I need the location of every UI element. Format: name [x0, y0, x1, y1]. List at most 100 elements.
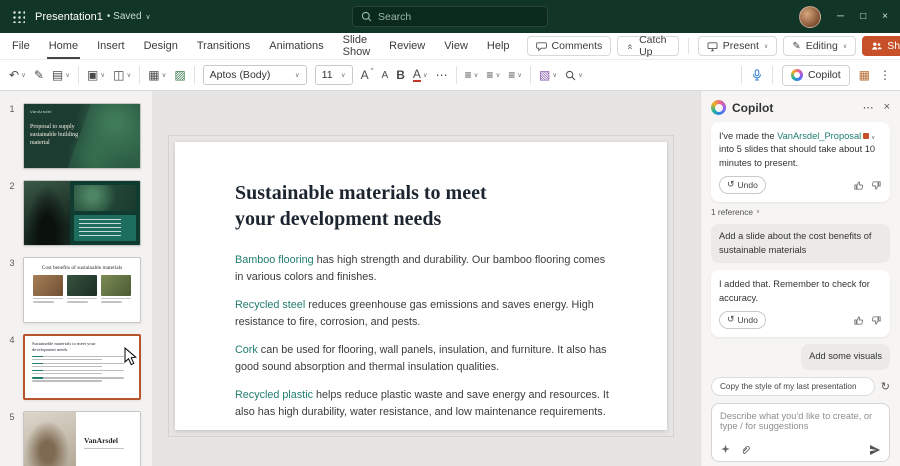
menu-view[interactable]: View — [442, 34, 470, 59]
shapes-button[interactable]: ▧ ∨ — [539, 69, 557, 81]
font-name-select[interactable]: Aptos (Body) ∨ — [203, 65, 307, 85]
slide-number: 3 — [7, 257, 17, 268]
close-button[interactable]: × — [882, 11, 888, 22]
new-slide-button[interactable]: ▣ ∨ — [87, 69, 105, 81]
designer-icon: ▦ — [859, 69, 870, 81]
menu-help[interactable]: Help — [485, 34, 512, 59]
bullets-button[interactable]: ≡ ∨ — [465, 69, 479, 81]
user-avatar[interactable] — [799, 6, 821, 28]
picture-button[interactable]: ▨ — [174, 69, 185, 81]
catch-up-button[interactable]: Catch Up — [617, 36, 679, 56]
menu-design[interactable]: Design — [142, 34, 180, 59]
slide-title-textbox[interactable]: Sustainable materials to meet your devel… — [235, 180, 667, 232]
slide-3-thumbnail[interactable]: Cost benefits of sustainable materials — [23, 257, 141, 323]
copilot-input-box[interactable] — [711, 403, 890, 462]
copilot-button[interactable]: Copilot — [782, 65, 850, 86]
thumbs-down-icon[interactable] — [871, 180, 882, 191]
numbering-button[interactable]: ≡ ∨ — [486, 69, 500, 81]
slide-3-image — [67, 275, 97, 296]
pencil-icon: ✎ — [792, 41, 800, 52]
slide-5-thumbnail[interactable]: VanArsdel — [23, 411, 141, 466]
thumbs-up-icon[interactable] — [853, 315, 864, 326]
font-color-button[interactable]: A ∨ — [413, 68, 428, 82]
slide-body-textbox[interactable]: Bamboo flooring has high strength and du… — [235, 252, 613, 422]
message-text: I've made the — [719, 131, 777, 141]
layout-button[interactable]: ◫ ∨ — [113, 69, 131, 81]
mouse-cursor — [124, 347, 138, 367]
suggestion-chip[interactable]: Copy the style of my last presentation — [711, 377, 875, 396]
attach-icon[interactable] — [740, 444, 751, 455]
copilot-message-card: I've made the VanArsdel_Proposal∨ into 5… — [711, 122, 890, 202]
dictate-button[interactable] — [751, 69, 763, 81]
reference-toggle[interactable]: 1 reference ∨ — [711, 207, 890, 217]
menu-file[interactable]: File — [10, 34, 32, 59]
thumbs-up-icon[interactable] — [853, 180, 864, 191]
menu-home[interactable]: Home — [47, 34, 80, 59]
refresh-suggestion-button[interactable]: ↻ — [881, 380, 890, 393]
chevron-down-icon: ∨ — [295, 71, 300, 79]
minimize-button[interactable]: ─ — [837, 11, 844, 22]
slide-title-line2: your development needs — [235, 208, 441, 230]
search-input[interactable] — [378, 11, 539, 23]
maximize-button[interactable]: □ — [860, 11, 866, 22]
increase-font-button[interactable]: A^ — [361, 68, 374, 82]
undo-action-button[interactable]: ↺ Undo — [719, 176, 766, 194]
present-label: Present — [723, 40, 759, 52]
file-link[interactable]: VanArsdel_Proposal — [777, 131, 861, 141]
bullets-icon: ≡ — [465, 69, 472, 81]
divider — [688, 38, 689, 54]
user-message-bubble: Add some visuals — [801, 344, 890, 369]
undo-button[interactable]: ↶ ∨ — [9, 69, 26, 81]
present-button[interactable]: Present ∨ — [698, 36, 778, 56]
menu-review[interactable]: Review — [387, 34, 427, 59]
menu-transitions[interactable]: Transitions — [195, 34, 252, 59]
paragraph-rest: can be used for flooring, wall panels, i… — [235, 344, 607, 373]
thumbnail-row: 5 VanArsdel — [0, 411, 152, 466]
comments-button[interactable]: Comments — [527, 36, 612, 56]
share-button[interactable]: Share ∨ — [862, 36, 900, 56]
chevron-down-icon: ∨ — [423, 71, 428, 79]
panel-close-button[interactable]: × — [884, 101, 890, 114]
format-painter-button[interactable]: ✎ — [34, 69, 44, 81]
table-button[interactable]: ▦ ∨ — [148, 69, 166, 81]
copilot-prompt-input[interactable] — [720, 411, 881, 441]
microphone-icon — [751, 69, 763, 81]
bold-button[interactable]: B — [396, 68, 405, 82]
search-bar[interactable] — [352, 6, 548, 27]
chevron-down-icon: ∨ — [495, 71, 500, 79]
message-text: into 5 slides that should take about 10 … — [719, 144, 875, 167]
thumbs-down-icon[interactable] — [871, 315, 882, 326]
menu-animations[interactable]: Animations — [267, 34, 325, 59]
menu-insert[interactable]: Insert — [95, 34, 127, 59]
panel-more-button[interactable]: ⋯ — [863, 101, 874, 114]
slide-1-thumbnail[interactable]: VanArsdel Proposal to supply sustainable… — [23, 103, 141, 169]
document-title-group[interactable]: Presentation1 • Saved ∨ — [35, 11, 151, 23]
app-launcher-icon[interactable] — [12, 10, 25, 23]
present-icon — [707, 41, 718, 52]
paragraph-lead: Recycled plastic — [235, 389, 313, 401]
paste-button[interactable]: ▤ ∨ — [52, 69, 70, 81]
numbering-icon: ≡ — [486, 69, 493, 81]
current-slide[interactable]: Sustainable materials to meet your devel… — [175, 142, 667, 430]
overflow-icon: ⋮ — [879, 68, 891, 82]
ribbon-toolbar: ↶ ∨ ✎ ▤ ∨ ▣ ∨ ◫ ∨ ▦ ∨ ▨ Aptos (Body) — [0, 60, 900, 91]
font-size-select[interactable]: 11 ∨ — [315, 65, 353, 85]
ribbon-overflow-button[interactable]: ⋮ — [879, 68, 891, 82]
find-button[interactable]: ∨ — [565, 70, 583, 81]
designer-button[interactable]: ▦ — [859, 69, 870, 81]
menu-slide-show[interactable]: Slide Show — [341, 28, 373, 65]
divider — [530, 66, 531, 84]
share-label: Share — [887, 40, 900, 52]
slide-number: 5 — [7, 411, 17, 422]
thumbnail-row: 1 VanArsdel Proposal to supply sustainab… — [0, 103, 152, 169]
slide-2-thumbnail[interactable] — [23, 180, 141, 246]
chevron-down-icon: ∨ — [21, 71, 26, 79]
more-font-options-button[interactable]: ⋯ — [436, 68, 448, 82]
sparkle-icon[interactable] — [720, 444, 731, 455]
decrease-font-button[interactable]: A — [382, 70, 389, 81]
send-icon[interactable] — [869, 444, 881, 456]
align-button[interactable]: ≡ ∨ — [508, 69, 522, 81]
undo-action-button[interactable]: ↺ Undo — [719, 311, 766, 329]
slide-4-thumbnail-selected[interactable]: Sustainable materials to meet your devel… — [23, 334, 141, 400]
editing-mode-button[interactable]: ✎ Editing ∨ — [783, 36, 856, 56]
